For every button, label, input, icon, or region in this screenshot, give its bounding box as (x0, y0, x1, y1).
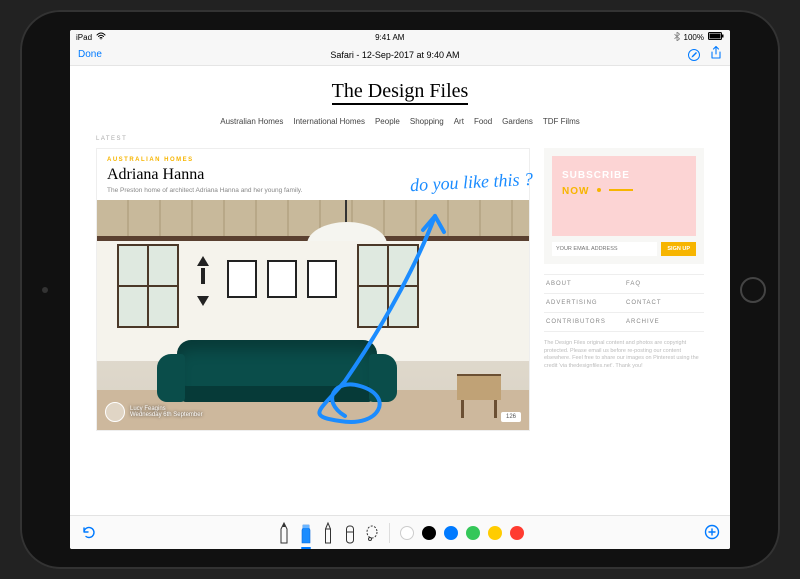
marker-tool[interactable] (299, 521, 313, 545)
line-icon (609, 189, 633, 191)
done-button[interactable]: Done (78, 49, 102, 60)
site-nav: Australian Homes International Homes Peo… (70, 111, 730, 136)
markup-navbar: Done Safari - 12-Sep-2017 at 9:40 AM (70, 44, 730, 66)
email-input[interactable] (552, 242, 657, 256)
markup-icon[interactable] (688, 49, 700, 61)
battery-pct: 100% (684, 33, 704, 42)
status-time: 9:41 AM (375, 33, 404, 42)
nav-item[interactable]: People (375, 117, 400, 126)
count-badge: 126 (501, 412, 521, 422)
article-subtitle: The Preston home of architect Adriana Ha… (107, 187, 519, 194)
nav-item[interactable]: Food (474, 117, 492, 126)
eraser-tool[interactable] (343, 521, 357, 545)
footer-link[interactable]: ARCHIVE (624, 313, 704, 332)
color-white[interactable] (400, 526, 414, 540)
author-date: Wednesday 6th September (130, 412, 203, 418)
nav-item[interactable]: International Homes (293, 117, 365, 126)
subscribe-now: NOW (562, 186, 589, 197)
footer-link[interactable]: CONTACT (624, 294, 704, 313)
undo-button[interactable] (80, 524, 96, 545)
add-button[interactable] (704, 524, 720, 545)
device-label: iPad (76, 33, 92, 42)
color-red[interactable] (510, 526, 524, 540)
sidebar: SUBSCRIBE NOW SIGN UP (544, 148, 704, 431)
share-icon[interactable] (710, 46, 722, 63)
screen: iPad 9:41 AM 100% Done Safari - 12-Sep-2… (70, 30, 730, 549)
avatar (105, 402, 125, 422)
dot-icon (597, 188, 601, 192)
subscribe-label: SUBSCRIBE (562, 170, 686, 181)
battery-icon (708, 32, 724, 42)
latest-label: LATEST (70, 136, 730, 146)
nav-item[interactable]: Gardens (502, 117, 533, 126)
pen-tool[interactable] (277, 521, 291, 545)
article-category: AUSTRALIAN HOMES (107, 157, 519, 163)
ipad-frame: iPad 9:41 AM 100% Done Safari - 12-Sep-2… (20, 10, 780, 569)
footer-link[interactable]: ABOUT (544, 275, 624, 294)
nav-item[interactable]: TDF Films (543, 117, 580, 126)
footer-links: ABOUT FAQ ADVERTISING CONTACT CONTRIBUTO… (544, 274, 704, 332)
author-byline: Lucy Feagins Wednesday 6th September (105, 402, 203, 422)
nav-item[interactable]: Shopping (410, 117, 444, 126)
nav-item[interactable]: Australian Homes (220, 117, 283, 126)
lasso-tool[interactable] (365, 521, 379, 545)
article-photo: Lucy Feagins Wednesday 6th September 126 (97, 200, 529, 430)
status-bar: iPad 9:41 AM 100% (70, 30, 730, 44)
footer-link[interactable]: FAQ (624, 275, 704, 294)
wifi-icon (96, 32, 106, 42)
color-yellow[interactable] (488, 526, 502, 540)
footer-link[interactable]: ADVERTISING (544, 294, 624, 313)
webpage-capture: The Design Files Australian Homes Intern… (70, 66, 730, 516)
color-black[interactable] (422, 526, 436, 540)
toolbar-divider (389, 523, 390, 543)
featured-article[interactable]: AUSTRALIAN HOMES Adriana Hanna The Prest… (96, 148, 530, 431)
home-button[interactable] (740, 277, 766, 303)
nav-item[interactable]: Art (454, 117, 464, 126)
markup-toolbar (70, 515, 730, 549)
color-green[interactable] (466, 526, 480, 540)
pencil-tool[interactable] (321, 521, 335, 545)
site-logo[interactable]: The Design Files (332, 80, 469, 105)
footer-link[interactable]: CONTRIBUTORS (544, 313, 624, 332)
document-title: Safari - 12-Sep-2017 at 9:40 AM (330, 50, 459, 60)
ipad-camera (42, 287, 48, 293)
color-blue[interactable] (444, 526, 458, 540)
article-title: Adriana Hanna (107, 166, 519, 184)
signup-button[interactable]: SIGN UP (661, 242, 696, 256)
subscribe-box: SUBSCRIBE NOW SIGN UP (544, 148, 704, 264)
footer-text: The Design Files original content and ph… (544, 332, 704, 371)
bluetooth-icon (674, 32, 680, 43)
